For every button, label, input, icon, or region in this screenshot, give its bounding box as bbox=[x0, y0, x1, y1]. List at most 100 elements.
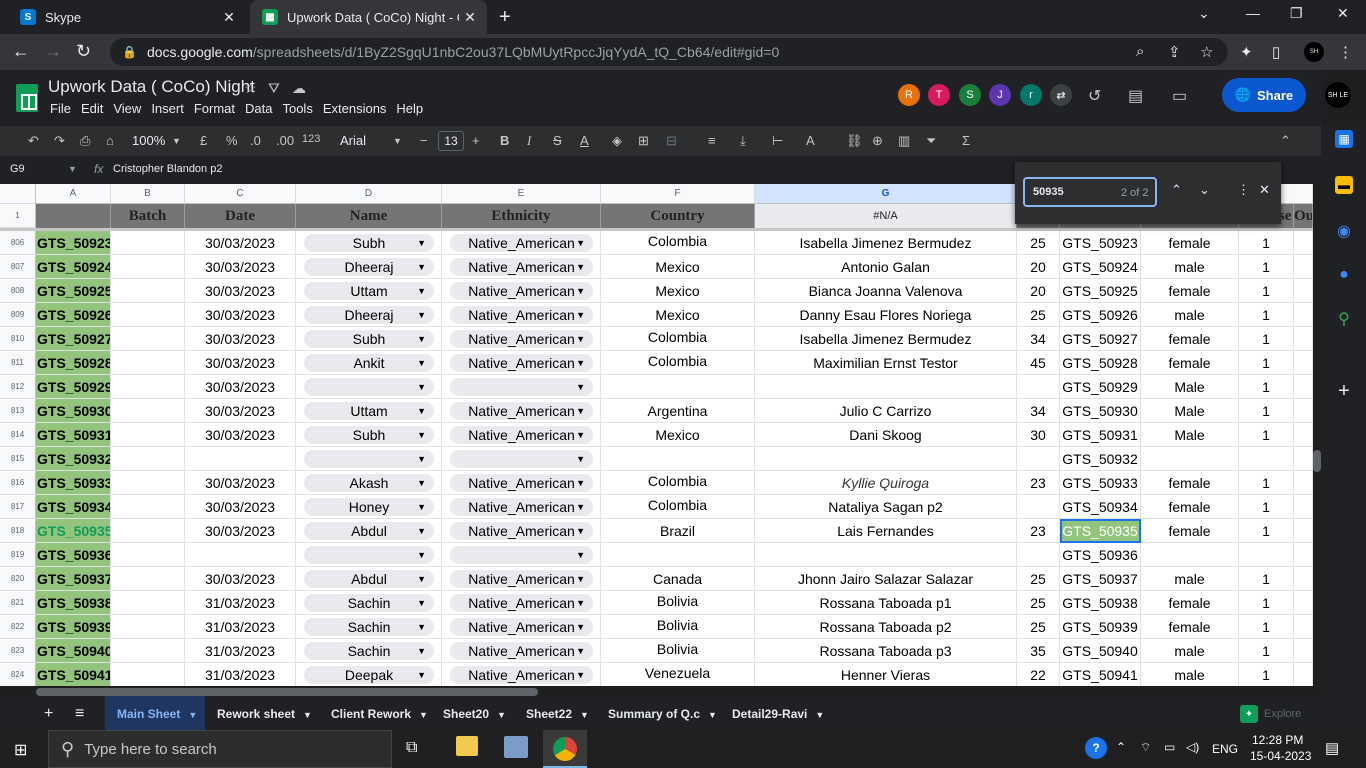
cell-col-fullname[interactable]: Lais Fernandes bbox=[755, 519, 1017, 543]
cell-col-country[interactable] bbox=[601, 375, 755, 399]
cell-col-id[interactable]: GTS_50929 bbox=[36, 375, 111, 399]
cell-col-date[interactable]: 30/03/2023 bbox=[185, 519, 296, 543]
cell-col-gender[interactable]: male bbox=[1141, 303, 1239, 327]
link-icon[interactable]: ⛓ bbox=[846, 133, 863, 149]
cell-col-code[interactable]: GTS_50925 bbox=[1060, 279, 1141, 303]
cell-col-country[interactable]: Mexico bbox=[601, 255, 755, 279]
cell-col-fullname[interactable]: Dani Skoog bbox=[755, 423, 1017, 447]
cell-col-name[interactable]: Honey ▼ bbox=[296, 495, 442, 519]
cell-col-output[interactable] bbox=[1294, 591, 1313, 615]
bookmark-star-icon[interactable]: ☆ bbox=[1200, 43, 1213, 61]
row-header[interactable]: 814 bbox=[0, 423, 36, 447]
cell-col-gender[interactable] bbox=[1141, 447, 1239, 471]
cell-col-code[interactable]: GTS_50937 bbox=[1060, 567, 1141, 591]
cell-col-country[interactable]: Argentina bbox=[601, 399, 755, 423]
row-header[interactable]: 818 bbox=[0, 519, 36, 543]
cell-col-output[interactable] bbox=[1294, 615, 1313, 639]
network-icon[interactable]: ⌔ bbox=[1140, 740, 1151, 755]
sheets-logo-icon[interactable] bbox=[16, 84, 38, 112]
cell-col-country[interactable]: Mexico bbox=[601, 303, 755, 327]
cell-col-date[interactable] bbox=[185, 543, 296, 567]
print-icon[interactable]: ⎙ bbox=[80, 133, 90, 149]
next-match-icon[interactable]: ⌄ bbox=[1199, 182, 1210, 198]
ethnicity-dropdown[interactable]: ▼ bbox=[450, 378, 593, 396]
cell-col-id[interactable]: GTS_50937 bbox=[36, 567, 111, 591]
cell-col-ethnicity[interactable]: Native_American ▼ bbox=[442, 423, 601, 447]
menu-extensions[interactable]: Extensions bbox=[323, 101, 387, 116]
cell-col-gender[interactable]: male bbox=[1141, 255, 1239, 279]
cell-col-id[interactable]: GTS_50923 bbox=[36, 231, 111, 255]
cell-col-gender[interactable]: Male bbox=[1141, 423, 1239, 447]
zoom-icon[interactable]: ⌕ bbox=[1136, 43, 1144, 60]
name-dropdown[interactable]: Sachin ▼ bbox=[304, 618, 434, 636]
share-button[interactable]: 🌐 Share bbox=[1222, 78, 1306, 112]
collaborator-avatar[interactable]: S bbox=[959, 84, 981, 106]
row-header[interactable]: 808 bbox=[0, 279, 36, 303]
cell-col-output[interactable] bbox=[1294, 399, 1313, 423]
row-header[interactable]: 807 bbox=[0, 255, 36, 279]
row-header[interactable]: 806 bbox=[0, 231, 36, 255]
row-header[interactable]: 822 bbox=[0, 615, 36, 639]
cell-col-fullname[interactable]: Nataliya Sagan p2 bbox=[755, 495, 1017, 519]
cell-col-id[interactable]: GTS_50932 bbox=[36, 447, 111, 471]
cell-col-sessions[interactable] bbox=[1239, 447, 1294, 471]
browser-tab-sheets[interactable]: ▦ Upwork Data ( CoCo) Night - Goo ✕ bbox=[250, 0, 487, 34]
cell-col-date[interactable]: 31/03/2023 bbox=[185, 663, 296, 686]
cell-col-id[interactable]: GTS_50925 bbox=[36, 279, 111, 303]
cell-col-ethnicity[interactable]: ▼ bbox=[442, 375, 601, 399]
back-icon[interactable]: ← bbox=[12, 41, 30, 62]
cell-col-sessions[interactable]: 1 bbox=[1239, 423, 1294, 447]
explore-button[interactable]: ✦ Explore bbox=[1240, 702, 1310, 726]
cell-col-batch[interactable] bbox=[111, 423, 185, 447]
cell-col-ethnicity[interactable]: Native_American ▼ bbox=[442, 639, 601, 663]
column-header-f[interactable]: F bbox=[601, 184, 755, 204]
row-header[interactable]: 817 bbox=[0, 495, 36, 519]
cell-col-ethnicity[interactable]: Native_American ▼ bbox=[442, 471, 601, 495]
cell-col-gender[interactable]: female bbox=[1141, 495, 1239, 519]
cell-col-country[interactable]: Colombia bbox=[601, 471, 755, 495]
windows-start-icon[interactable]: ⊞ bbox=[14, 740, 27, 760]
merge-cells-icon[interactable]: ⊟ bbox=[666, 133, 677, 149]
cell-col-sessions[interactable]: 1 bbox=[1239, 303, 1294, 327]
cell-col-date[interactable]: 30/03/2023 bbox=[185, 255, 296, 279]
header-cell-col-ethnicity[interactable]: Ethnicity bbox=[442, 204, 601, 228]
cell-col-date[interactable]: 30/03/2023 bbox=[185, 327, 296, 351]
cell-col-country[interactable] bbox=[601, 543, 755, 567]
cell-col-output[interactable] bbox=[1294, 423, 1313, 447]
name-dropdown[interactable]: Uttam ▼ bbox=[304, 402, 434, 420]
cell-col-gender[interactable]: female bbox=[1141, 471, 1239, 495]
cell-col-code[interactable]: GTS_50939 bbox=[1060, 615, 1141, 639]
cell-col-batch[interactable] bbox=[111, 615, 185, 639]
move-icon[interactable]: ⛛ bbox=[268, 80, 280, 97]
cell-col-fullname[interactable]: Isabella Jimenez Bermudez bbox=[755, 231, 1017, 255]
cell-col-date[interactable]: 30/03/2023 bbox=[185, 495, 296, 519]
ethnicity-dropdown[interactable]: Native_American ▼ bbox=[450, 498, 593, 516]
cell-col-code[interactable]: GTS_50927 bbox=[1060, 327, 1141, 351]
menu-edit[interactable]: Edit bbox=[81, 101, 103, 116]
version-history-icon[interactable]: ↺ bbox=[1088, 86, 1101, 106]
percent-format-button[interactable]: % bbox=[226, 133, 238, 148]
ethnicity-dropdown[interactable]: Native_American ▼ bbox=[450, 426, 593, 444]
cell-col-ethnicity[interactable]: Native_American ▼ bbox=[442, 663, 601, 686]
name-dropdown[interactable]: Akash ▼ bbox=[304, 474, 434, 492]
reload-icon[interactable]: ↻ bbox=[76, 41, 91, 62]
extensions-icon[interactable]: ✦ bbox=[1240, 43, 1253, 61]
name-dropdown[interactable]: Abdul ▼ bbox=[304, 522, 434, 540]
language-indicator[interactable]: ENG bbox=[1212, 742, 1238, 756]
cell-col-sessions[interactable]: 1 bbox=[1239, 567, 1294, 591]
cell-col-ethnicity[interactable]: Native_American ▼ bbox=[442, 351, 601, 375]
row-header[interactable]: 812 bbox=[0, 375, 36, 399]
text-color-button[interactable]: A bbox=[580, 133, 589, 148]
cell-col-id[interactable]: GTS_50930 bbox=[36, 399, 111, 423]
cell-col-fullname[interactable] bbox=[755, 543, 1017, 567]
ethnicity-dropdown[interactable]: Native_American ▼ bbox=[450, 282, 593, 300]
menu-insert[interactable]: Insert bbox=[151, 101, 184, 116]
cell-col-country[interactable]: Bolivia bbox=[601, 639, 755, 663]
column-header-g[interactable]: G bbox=[755, 184, 1017, 204]
cell-col-date[interactable]: 30/03/2023 bbox=[185, 303, 296, 327]
cell-col-date[interactable]: 30/03/2023 bbox=[185, 375, 296, 399]
sheet-tab-main-sheet[interactable]: Main Sheet ▼ bbox=[105, 696, 205, 732]
cell-col-name[interactable]: Abdul ▼ bbox=[296, 567, 442, 591]
column-header-b[interactable]: B bbox=[111, 184, 185, 204]
ethnicity-dropdown[interactable]: Native_American ▼ bbox=[450, 402, 593, 420]
